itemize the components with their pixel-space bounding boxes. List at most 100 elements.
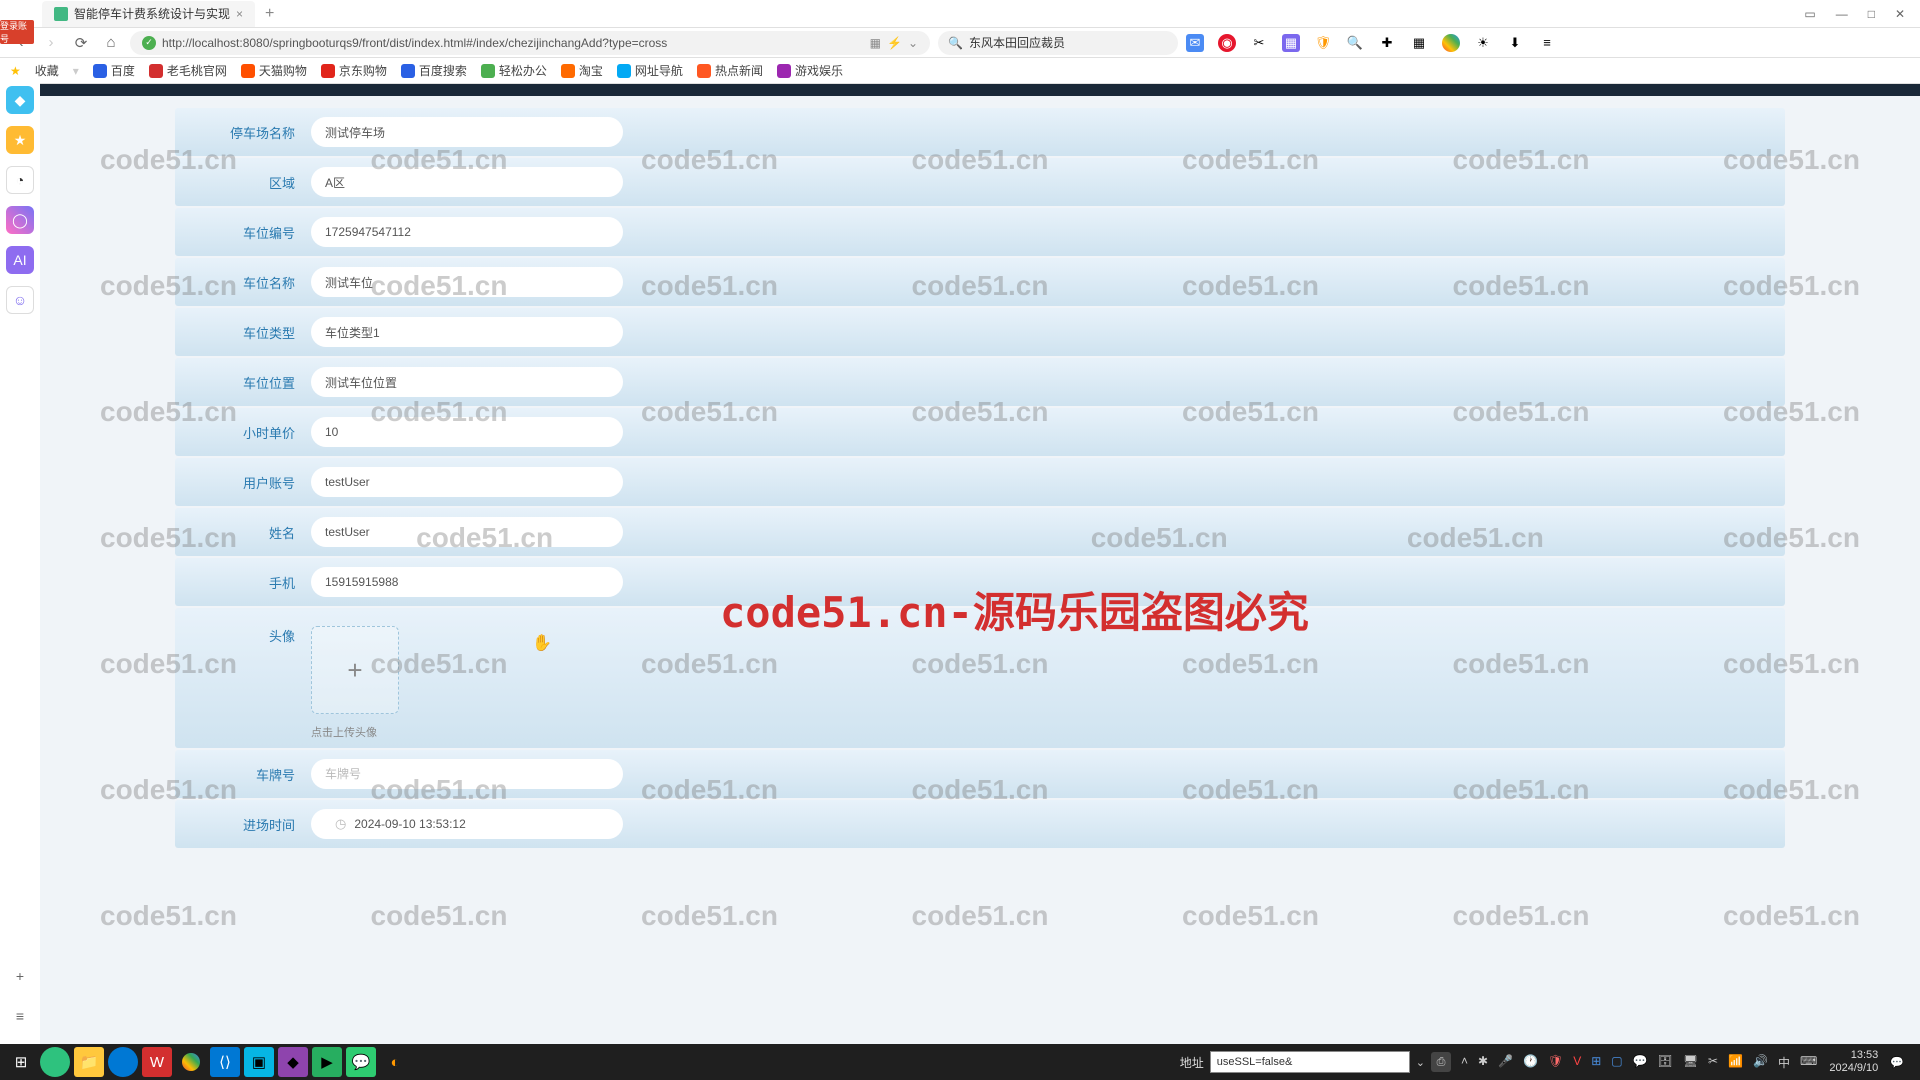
tray-up-icon[interactable]: ˄ <box>1461 1054 1468 1071</box>
bookmark-bar: ★ 收藏 ▾ 百度 老毛桃官网 天猫购物 京东购物 百度搜索 轻松办公 淘宝 网… <box>0 58 1920 84</box>
tb-app2[interactable]: ◆ <box>278 1047 308 1077</box>
input-name[interactable] <box>311 517 623 547</box>
win-restore-icon[interactable]: ▭ <box>1804 7 1815 21</box>
tray-clock-icon[interactable]: 🕐 <box>1523 1054 1538 1071</box>
input-spot-name[interactable] <box>311 267 623 297</box>
scissors-icon[interactable]: ✂ <box>1250 34 1268 52</box>
address-bar: ‹ › ⟳ ⌂ ✓ http://localhost:8080/springbo… <box>0 28 1920 58</box>
input-user-acc[interactable] <box>311 467 623 497</box>
tray-kb-icon[interactable]: ⌨ <box>1800 1054 1817 1071</box>
login-badge[interactable]: 登录账号 <box>0 20 34 44</box>
bookmark-baidu[interactable]: 百度 <box>93 62 135 79</box>
input-area[interactable] <box>311 167 623 197</box>
taskbar-clock[interactable]: 13:53 2024/9/10 <box>1829 1049 1878 1075</box>
tb-wps[interactable]: W <box>142 1047 172 1077</box>
tray-ime-icon[interactable]: 中 <box>1778 1054 1790 1071</box>
win-close-icon[interactable]: ✕ <box>1895 7 1905 21</box>
dock-app3[interactable]: ◔ <box>6 166 34 194</box>
input-phone[interactable] <box>311 567 623 597</box>
close-tab-icon[interactable]: × <box>236 7 243 21</box>
avatar-upload[interactable]: + <box>311 626 399 714</box>
win-min-icon[interactable]: — <box>1836 7 1848 21</box>
bookmark-taobao[interactable]: 淘宝 <box>561 62 603 79</box>
label-avatar: 头像 <box>195 626 295 645</box>
bookmark-nav[interactable]: 网址导航 <box>617 62 683 79</box>
row-enter-time: 进场时间 ◷ 2024-09-10 13:53:12 <box>175 800 1785 848</box>
input-spot-pos[interactable] <box>311 367 623 397</box>
tray-mic-icon[interactable]: 🎤 <box>1498 1054 1513 1071</box>
dock-menu[interactable]: ≡ <box>6 1002 34 1030</box>
dock-app1[interactable]: ◆ <box>6 86 34 114</box>
label-hour-price: 小时单价 <box>195 423 295 442</box>
chrome-icon[interactable] <box>1442 34 1460 52</box>
input-parking-name[interactable] <box>311 117 623 147</box>
tray-wechat-icon[interactable]: 💬 <box>1633 1054 1648 1071</box>
menu-icon[interactable]: ≡ <box>1538 34 1556 52</box>
tray-v-icon[interactable]: V <box>1573 1054 1581 1071</box>
input-spot-type[interactable] <box>311 317 623 347</box>
tb-vscode[interactable]: ⟨⟩ <box>210 1047 240 1077</box>
qr-icon[interactable]: ▦ <box>870 36 881 50</box>
tray-wifi-icon[interactable]: 📶 <box>1728 1054 1743 1071</box>
tb-explorer[interactable]: 📁 <box>74 1047 104 1077</box>
reload-button[interactable]: ⟳ <box>70 32 92 54</box>
tray-net-icon[interactable]: 🖥 <box>1683 1054 1698 1071</box>
tb-select-arrow[interactable]: ⌄ <box>1416 1056 1425 1069</box>
tray-notif-icon[interactable]: 💬 <box>1890 1056 1904 1069</box>
zoom-icon[interactable]: 🔍 <box>1346 34 1364 52</box>
apps-icon[interactable]: ▦ <box>1410 34 1428 52</box>
input-enter-time[interactable]: ◷ 2024-09-10 13:53:12 <box>311 809 623 839</box>
browser-tab[interactable]: 智能停车计费系统设计与实现 × <box>42 1 255 27</box>
tray-star-icon[interactable]: ✱ <box>1478 1054 1488 1071</box>
tb-wechat[interactable]: 💬 <box>346 1047 376 1077</box>
bookmark-jd[interactable]: 京东购物 <box>321 62 387 79</box>
input-plate[interactable] <box>311 759 623 789</box>
new-tab-button[interactable]: + <box>265 5 274 23</box>
bookmark-game[interactable]: 游戏娱乐 <box>777 62 843 79</box>
tray-win-icon[interactable]: ⊞ <box>1591 1054 1601 1071</box>
mail-icon[interactable]: ✉ <box>1186 34 1204 52</box>
tray-snip-icon[interactable]: ✂ <box>1708 1054 1718 1071</box>
puzzle-icon[interactable]: ✚ <box>1378 34 1396 52</box>
bookmark-easyoffice[interactable]: 轻松办公 <box>481 62 547 79</box>
chevron-down-icon[interactable]: ⌄ <box>908 36 918 50</box>
shield-ext-icon[interactable]: 🛡 <box>1314 34 1332 52</box>
tb-app3[interactable]: ▶ <box>312 1047 342 1077</box>
weibo-icon[interactable]: ◉ <box>1218 34 1236 52</box>
bookmark-news[interactable]: 热点新闻 <box>697 62 763 79</box>
star-icon[interactable]: ★ <box>10 64 21 78</box>
dock-add[interactable]: + <box>6 962 34 990</box>
url-input[interactable]: ✓ http://localhost:8080/springbooturqs9/… <box>130 31 930 55</box>
tray-box-icon[interactable]: ▢ <box>1611 1054 1622 1071</box>
tb-chrome[interactable] <box>176 1047 206 1077</box>
forward-button[interactable]: › <box>40 32 62 54</box>
tb-copy[interactable]: ⎙ <box>1431 1052 1451 1072</box>
search-input[interactable]: 🔍 东风本田回应裁员 <box>938 31 1178 55</box>
flash-icon[interactable]: ⚡ <box>887 36 902 50</box>
tb-app1[interactable]: ▣ <box>244 1047 274 1077</box>
tb-edge[interactable] <box>108 1047 138 1077</box>
grid-icon[interactable]: ▦ <box>1282 34 1300 52</box>
label-spot-pos: 车位位置 <box>195 373 295 392</box>
download-icon[interactable]: ⬇ <box>1506 34 1524 52</box>
tb-360[interactable] <box>40 1047 70 1077</box>
win-max-icon[interactable]: □ <box>1868 7 1875 21</box>
input-hour-price[interactable] <box>311 417 623 447</box>
input-spot-no[interactable] <box>311 217 623 247</box>
bookmark-tmall[interactable]: 天猫购物 <box>241 62 307 79</box>
home-button[interactable]: ⌂ <box>100 32 122 54</box>
tb-select[interactable] <box>1210 1051 1410 1073</box>
dock-app6[interactable]: ☺ <box>6 286 34 314</box>
dock-app5[interactable]: AI <box>6 246 34 274</box>
tray-shield-icon[interactable]: 🛡 <box>1548 1054 1563 1071</box>
tray-db-icon[interactable]: 🗄 <box>1658 1054 1673 1071</box>
tb-app4[interactable]: ◐ <box>380 1047 410 1077</box>
bookmark-baidu2[interactable]: 百度搜索 <box>401 62 467 79</box>
tray-vol-icon[interactable]: 🔊 <box>1753 1054 1768 1071</box>
gear-icon[interactable]: ☀ <box>1474 34 1492 52</box>
fav-label[interactable]: 收藏 <box>35 62 59 79</box>
start-button[interactable]: ⊞ <box>6 1047 36 1077</box>
dock-app4[interactable]: ◯ <box>6 206 34 234</box>
bookmark-laomaotao[interactable]: 老毛桃官网 <box>149 62 227 79</box>
dock-app2[interactable]: ★ <box>6 126 34 154</box>
